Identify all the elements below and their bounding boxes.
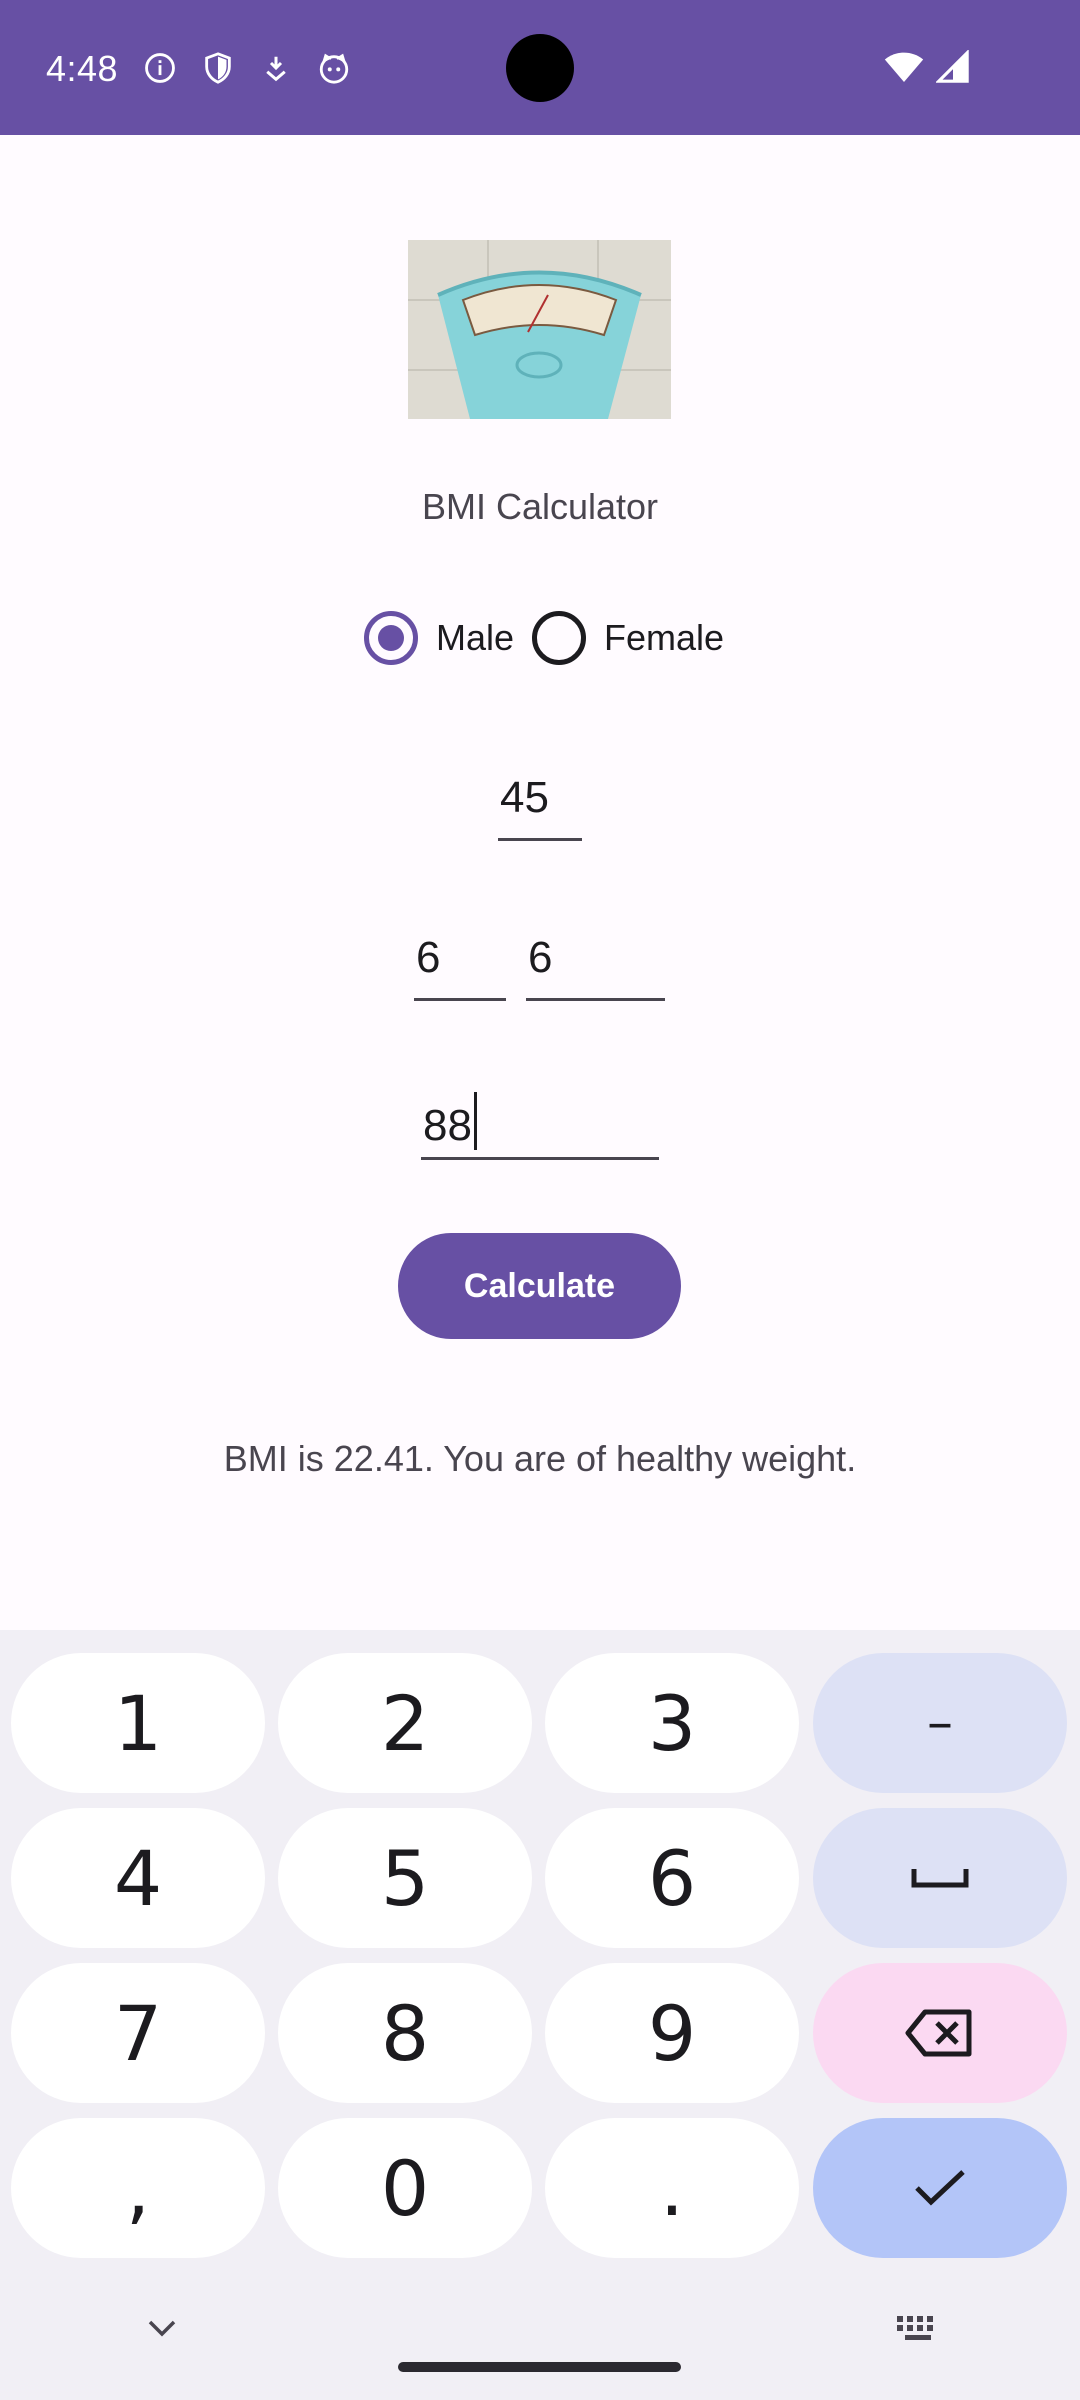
calculate-button[interactable]: Calculate (398, 1233, 681, 1339)
weight-value: 88 (423, 1101, 472, 1150)
download-icon (258, 50, 294, 86)
cat-icon (316, 50, 352, 86)
wifi-icon (884, 50, 924, 89)
key-0[interactable]: 0 (278, 2118, 532, 2258)
key-9[interactable]: 9 (545, 1963, 799, 2103)
home-indicator[interactable] (398, 2362, 681, 2372)
age-input[interactable]: 45 (498, 773, 582, 841)
key-3[interactable]: 3 (545, 1653, 799, 1793)
chevron-down-icon[interactable] (144, 2316, 180, 2345)
radio-checked-icon[interactable] (364, 611, 418, 665)
key-6[interactable]: 6 (545, 1808, 799, 1948)
radio-unchecked-icon[interactable] (532, 611, 587, 665)
radio-female[interactable]: Female (532, 605, 724, 671)
keyboard-icon[interactable] (895, 2314, 941, 2349)
check-icon (915, 2170, 965, 2206)
key-7[interactable]: 7 (11, 1963, 265, 2103)
signal-icon (935, 49, 970, 89)
status-time: 4:48 (46, 48, 119, 89)
weight-input[interactable]: 88 (421, 1092, 659, 1160)
space-icon (911, 1869, 969, 1888)
key-space[interactable] (813, 1808, 1067, 1948)
status-bar: 4:48 (0, 0, 1080, 135)
shield-icon (200, 50, 236, 86)
hero-image (408, 240, 671, 419)
bmi-result: BMI is 22.41. You are of healthy weight. (223, 1438, 857, 1479)
text-cursor (473, 1092, 477, 1150)
height-inches-input[interactable]: 6 (526, 933, 665, 1001)
radio-male-label[interactable]: Male (436, 617, 514, 659)
key-1[interactable]: 1 (11, 1653, 265, 1793)
radio-male[interactable]: Male (364, 605, 514, 671)
radio-female-label[interactable]: Female (604, 617, 724, 659)
key-backspace[interactable] (813, 1963, 1067, 2103)
numeric-keyboard: 1 2 3 – 4 5 6 7 8 9 , 0 . (0, 1630, 1080, 2400)
backspace-icon (905, 2009, 972, 2057)
key-period[interactable]: . (545, 2118, 799, 2258)
app-title: BMI Calculator (421, 486, 659, 527)
camera-cutout (506, 34, 574, 102)
info-icon (142, 50, 178, 86)
height-feet-input[interactable]: 6 (414, 933, 506, 1001)
key-5[interactable]: 5 (278, 1808, 532, 1948)
gender-radio-group: Male Female (364, 605, 724, 671)
keyboard-bottom-bar (0, 2290, 1080, 2400)
key-done[interactable] (813, 2118, 1067, 2258)
key-comma[interactable]: , (11, 2118, 265, 2258)
key-4[interactable]: 4 (11, 1808, 265, 1948)
key-2[interactable]: 2 (278, 1653, 532, 1793)
key-8[interactable]: 8 (278, 1963, 532, 2103)
key-minus[interactable]: – (813, 1653, 1067, 1793)
